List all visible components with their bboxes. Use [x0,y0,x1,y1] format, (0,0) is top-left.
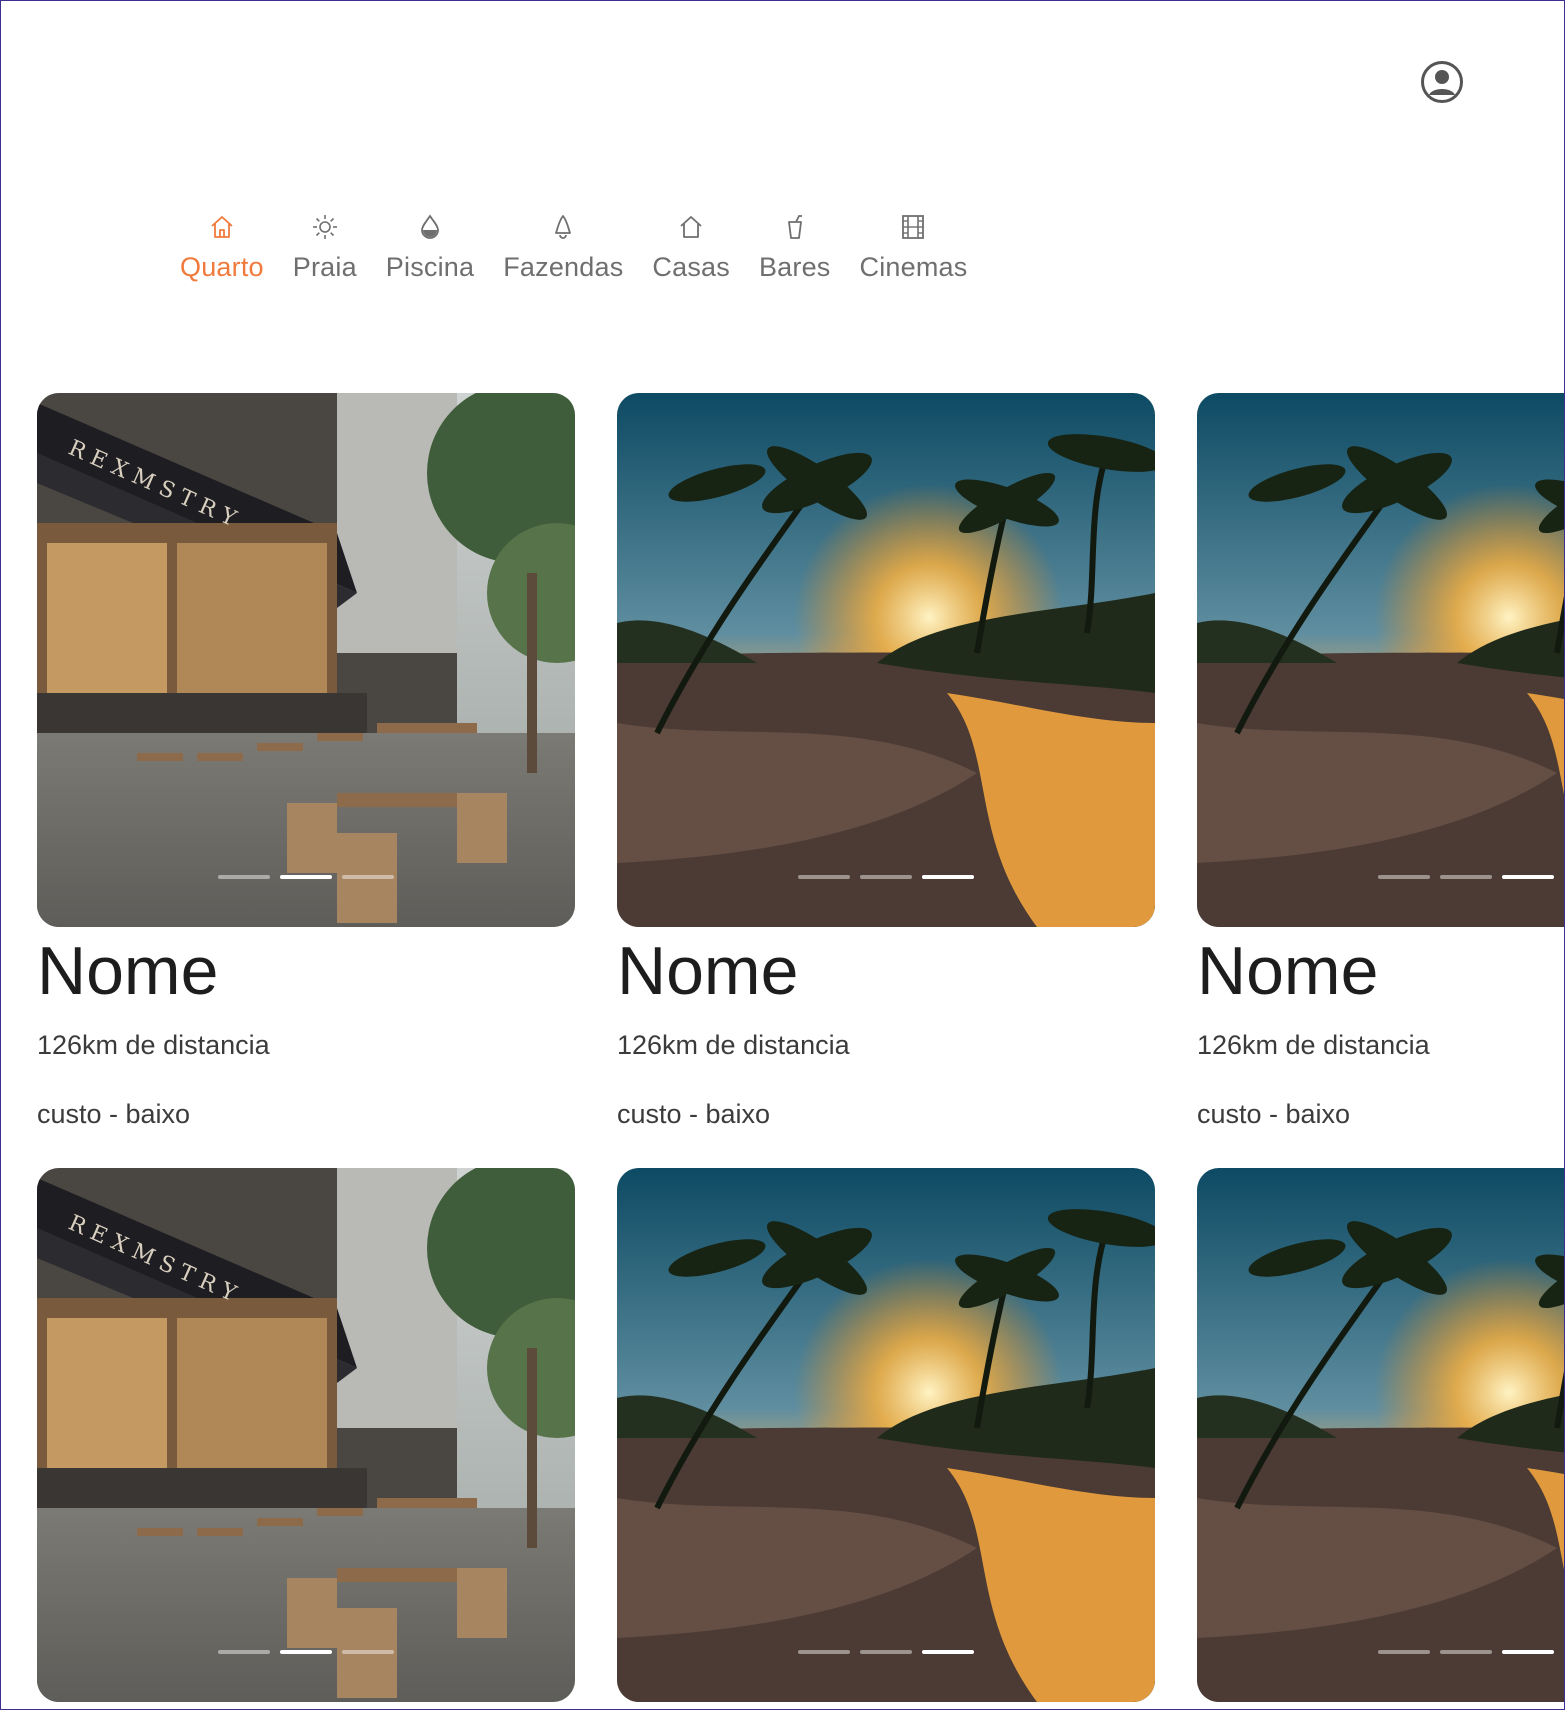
category-casas[interactable]: Casas [652,212,730,283]
house-icon [676,212,706,242]
carousel-dot[interactable] [218,875,270,879]
carousel-dot[interactable] [1502,1650,1554,1655]
category-bares[interactable]: Bares [759,212,831,283]
category-label: Fazendas [503,252,624,282]
listing-cost: custo - baixo [1197,1099,1351,1130]
listing-card[interactable]: R E X M S T R Y Nome 126km de distancia … [37,393,575,1130]
category-label: Praia [292,252,357,282]
listing-cost: custo - baixo [37,1099,191,1130]
listings-grid: R E X M S T R Y Nome 126km de distancia … [37,393,1564,1703]
carousel-dot[interactable] [798,875,850,879]
listing-card[interactable]: R E X M S T R Y [37,1168,575,1703]
film-icon [898,212,928,242]
restaurant-photo[interactable]: R E X M S T R Y [37,393,575,927]
listing-name: Nome [617,933,799,1009]
carousel-dots[interactable] [1197,1650,1564,1655]
listing-distance: 126km de distancia [1197,1030,1430,1061]
carousel-dot[interactable] [860,1650,912,1655]
carousel-dot[interactable] [342,1650,394,1655]
carousel-dot[interactable] [1440,1650,1492,1655]
listing-distance: 126km de distancia [617,1030,850,1061]
restaurant-photo[interactable]: R E X M S T R Y [37,1168,575,1703]
carousel-dot[interactable] [798,1650,850,1655]
listing-card[interactable]: Nome 126km de distancia custo - baixo [617,393,1155,1130]
beach-sunset-photo[interactable] [617,393,1155,927]
beach-sunset-photo[interactable] [1197,393,1564,927]
listing-name: Nome [37,933,219,1009]
user-circle-icon [1421,61,1463,103]
carousel-dot[interactable] [342,875,394,879]
carousel-dot[interactable] [280,875,332,879]
drink-cup-icon [780,212,810,242]
category-label: Quarto [180,252,264,282]
carousel-dots[interactable] [617,1650,1155,1655]
listing-card[interactable] [1197,1168,1564,1703]
carousel-dots[interactable] [1197,875,1564,879]
category-cinemas[interactable]: Cinemas [860,212,968,283]
carousel-dot[interactable] [1378,1650,1430,1655]
category-nav: Quarto Praia Piscina Fazendas Casas Bare… [180,212,996,283]
beach-sunset-photo[interactable] [1197,1168,1564,1703]
category-piscina[interactable]: Piscina [386,212,474,283]
bell-icon [548,212,578,242]
category-label: Cinemas [859,252,968,282]
carousel-dots[interactable] [37,1650,575,1655]
listing-card[interactable]: Nome 126km de distancia custo - baixo [1197,393,1564,1130]
carousel-dots[interactable] [617,875,1155,879]
carousel-dots[interactable] [37,875,575,879]
sun-icon [310,212,340,242]
category-label: Piscina [385,252,475,282]
carousel-dot[interactable] [922,1650,974,1655]
carousel-dot[interactable] [922,875,974,879]
category-label: Bares [758,252,831,282]
category-quarto[interactable]: Quarto [180,212,264,283]
listing-name: Nome [1197,933,1379,1009]
carousel-dot[interactable] [1440,875,1492,879]
listing-cost: custo - baixo [617,1099,771,1130]
category-fazendas[interactable]: Fazendas [503,212,623,283]
carousel-dot[interactable] [280,1650,332,1655]
carousel-dot[interactable] [860,875,912,879]
carousel-dot[interactable] [1378,875,1430,879]
page-viewport: Quarto Praia Piscina Fazendas Casas Bare… [0,0,1564,1710]
water-drop-icon [415,212,445,242]
listing-distance: 126km de distancia [37,1030,270,1061]
home-icon [207,212,237,242]
listing-card[interactable] [617,1168,1155,1703]
category-label: Casas [652,252,730,282]
carousel-dot[interactable] [1502,875,1554,879]
carousel-dot[interactable] [218,1650,270,1655]
account-button[interactable] [1420,60,1464,104]
beach-sunset-photo[interactable] [617,1168,1155,1703]
category-praia[interactable]: Praia [293,212,357,283]
